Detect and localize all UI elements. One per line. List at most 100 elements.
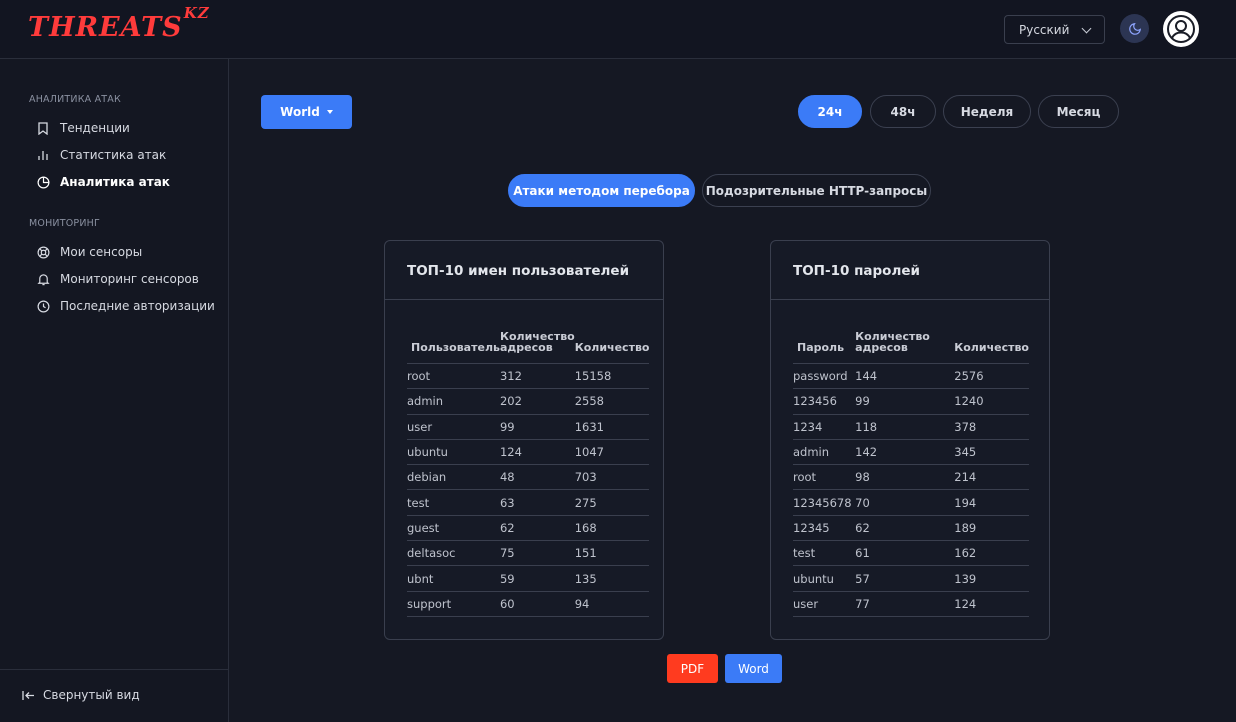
user-avatar[interactable] — [1163, 11, 1199, 47]
table-row: user 77 124 — [793, 591, 1029, 617]
table-row: debian 48 703 — [407, 464, 650, 491]
table-cell: 94 — [574, 591, 650, 617]
top-passwords-card: ТОП-10 паролей Пароль Количество адресов… — [770, 240, 1050, 640]
table-row: ubuntu 57 139 — [793, 565, 1029, 592]
table-header-row: Пользователь Количество адресов Количест… — [407, 331, 650, 364]
sidebar-item-recent-logins[interactable]: Последние авторизации — [36, 296, 215, 316]
table-cell: 75 — [499, 540, 575, 567]
card-title: ТОП-10 имен пользователей — [407, 263, 630, 279]
column-header[interactable]: Количество — [954, 331, 1029, 364]
period-48h-button[interactable]: 48ч — [870, 95, 936, 128]
table-cell: 124 — [954, 591, 1029, 617]
table-cell: 2576 — [954, 363, 1029, 390]
column-header[interactable]: Пароль — [793, 331, 856, 364]
table-cell: 142 — [855, 439, 955, 466]
sidebar-item-label: Аналитика атак — [60, 175, 170, 189]
table-cell: 703 — [574, 464, 650, 491]
table-cell: 345 — [954, 439, 1029, 466]
top-usernames-card: ТОП-10 имен пользователей Пользователь К… — [384, 240, 664, 640]
table-cell: 59 — [499, 565, 575, 592]
logo-text: THREATS — [28, 12, 183, 43]
table-cell: 1047 — [574, 439, 650, 466]
sidebar-section-analytics: Аналитика атак — [29, 94, 121, 105]
table-row: admin 142 345 — [793, 439, 1029, 466]
divider — [385, 299, 663, 300]
language-value: Русский — [1019, 22, 1070, 37]
table-cell: 2558 — [574, 388, 650, 415]
table-cell: 98 — [855, 464, 955, 491]
usernames-table: Пользователь Количество адресов Количест… — [407, 331, 650, 617]
table-cell: 48 — [499, 464, 575, 491]
clock-icon — [36, 299, 50, 313]
sidebar-item-label: Последние авторизации — [60, 299, 215, 313]
column-header[interactable]: Количество адресов — [855, 331, 955, 364]
divider — [771, 299, 1049, 300]
table-row: password 144 2576 — [793, 363, 1029, 390]
theme-toggle-button[interactable] — [1120, 14, 1149, 43]
table-row: 12345 62 189 — [793, 515, 1029, 542]
column-header[interactable]: Количество — [574, 331, 650, 364]
table-cell: 77 — [855, 591, 955, 617]
bar-chart-icon — [36, 148, 50, 162]
table-row: guest 62 168 — [407, 515, 650, 542]
table-row: deltasoc 75 151 — [407, 540, 650, 567]
table-row: test 61 162 — [793, 540, 1029, 567]
sidebar-item-label: Тенденции — [60, 121, 130, 135]
passwords-table: Пароль Количество адресов Количество pas… — [793, 331, 1029, 617]
sidebar-item-label: Мониторинг сенсоров — [60, 272, 199, 286]
table-cell: password — [793, 363, 856, 390]
export-pdf-button[interactable]: PDF — [667, 654, 718, 683]
sidebar-item-attack-analytics[interactable]: Аналитика атак — [36, 172, 170, 192]
period-week-button[interactable]: Неделя — [943, 95, 1031, 128]
sidebar-item-attack-stats[interactable]: Статистика атак — [36, 145, 166, 165]
column-header[interactable]: Пользователь — [407, 331, 500, 364]
period-month-button[interactable]: Месяц — [1038, 95, 1119, 128]
table-cell: 57 — [855, 565, 955, 592]
table-cell: 189 — [954, 515, 1029, 542]
region-label: World — [280, 105, 320, 119]
table-row: support 60 94 — [407, 591, 650, 617]
table-cell: 214 — [954, 464, 1029, 491]
table-cell: 62 — [855, 515, 955, 542]
column-header[interactable]: Количество адресов — [499, 331, 575, 364]
sidebar-item-label: Статистика атак — [60, 148, 167, 162]
table-cell: 12345678 — [793, 489, 856, 516]
table-cell: ubuntu — [793, 565, 856, 592]
table-row: 12345678 70 194 — [793, 489, 1029, 516]
table-cell: 118 — [855, 414, 955, 440]
table-cell: test — [407, 489, 500, 516]
tab-label: Атаки методом перебора — [513, 183, 690, 198]
table-row: root 98 214 — [793, 464, 1029, 491]
tab-http-requests[interactable]: Подозрительные HTTP-запросы — [702, 174, 931, 207]
table-cell: 60 — [499, 591, 575, 617]
table-cell: 151 — [574, 540, 650, 567]
user-icon — [1167, 15, 1195, 43]
table-header-row: Пароль Количество адресов Количество — [793, 331, 1029, 364]
table-row: user 99 1631 — [407, 414, 650, 440]
collapse-label: Свернутый вид — [43, 688, 140, 702]
period-label: Месяц — [1056, 104, 1101, 119]
table-row: root 312 15158 — [407, 363, 650, 390]
lifebuoy-icon — [36, 245, 50, 259]
table-row: admin 202 2558 — [407, 388, 650, 415]
app-logo[interactable]: THREATSKZ — [28, 4, 210, 43]
sidebar-section-monitoring: Мониторинг — [29, 218, 100, 229]
collapse-left-icon — [22, 690, 35, 701]
region-dropdown-button[interactable]: World — [261, 95, 352, 129]
table-cell: 123456 — [793, 388, 856, 415]
table-row: ubuntu 124 1047 — [407, 439, 650, 466]
table-cell: test — [793, 540, 856, 567]
table-cell: 1631 — [574, 414, 650, 440]
language-select[interactable]: Русский — [1004, 15, 1105, 44]
logo-suffix: KZ — [183, 4, 210, 22]
export-word-button[interactable]: Word — [725, 654, 782, 683]
bookmark-icon — [36, 121, 50, 135]
sidebar-item-my-sensors[interactable]: Мои сенсоры — [36, 242, 142, 262]
sidebar-item-trends[interactable]: Тенденции — [36, 118, 130, 138]
sidebar-item-sensor-monitoring[interactable]: Мониторинг сенсоров — [36, 269, 199, 289]
period-24h-button[interactable]: 24ч — [798, 95, 862, 128]
table-cell: 62 — [499, 515, 575, 542]
collapse-sidebar-button[interactable]: Свернутый вид — [22, 688, 140, 702]
table-cell: 63 — [499, 489, 575, 516]
tab-bruteforce[interactable]: Атаки методом перебора — [508, 174, 695, 207]
